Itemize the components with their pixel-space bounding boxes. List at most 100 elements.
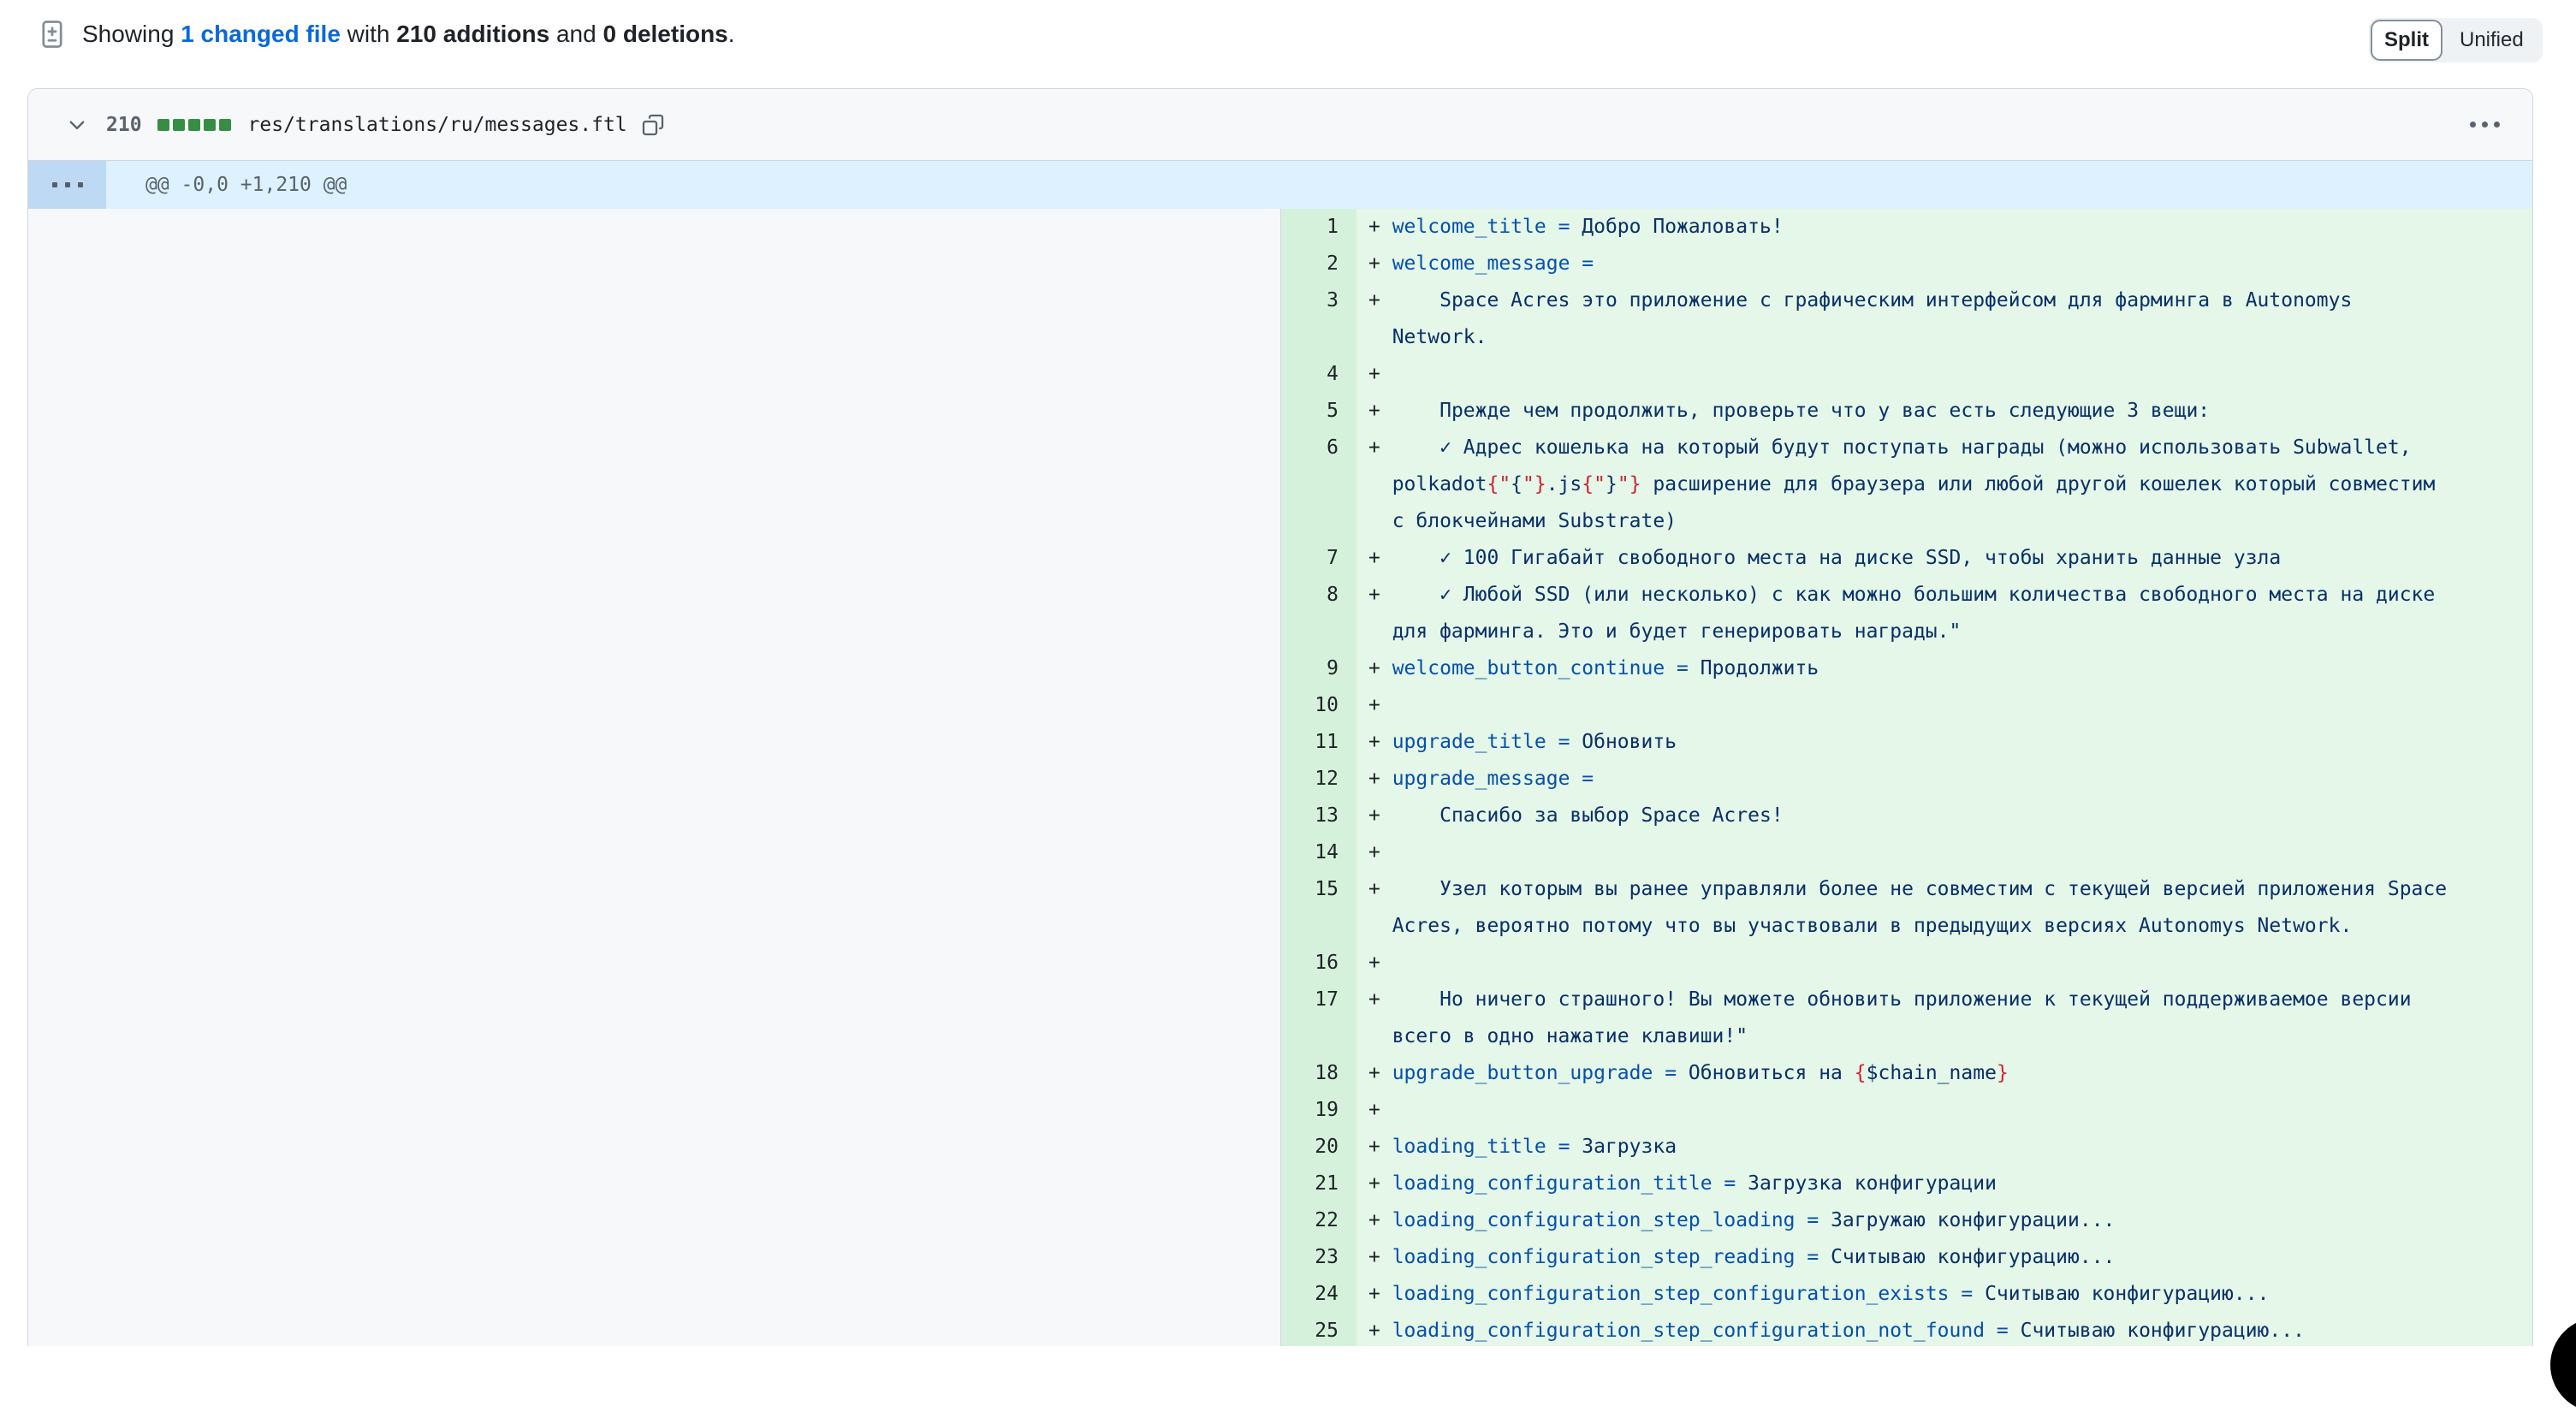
line-number[interactable]: 18 [1281, 1055, 1356, 1092]
line-number[interactable]: 5 [1281, 393, 1356, 430]
code-line: + Спасибо за выбор Space Acres! [1368, 798, 2451, 834]
code-line: + welcome_button_continue = Продолжить [1368, 650, 2451, 687]
line-number[interactable]: 16 [1281, 945, 1356, 982]
file-path[interactable]: res/translations/ru/messages.ftl [248, 114, 627, 136]
copy-icon[interactable] [641, 113, 665, 137]
code-cell: + [1356, 1092, 2532, 1129]
diffstat-block [157, 119, 169, 131]
code-line: + [1368, 356, 2451, 393]
addition-marker: + [1368, 584, 1392, 606]
summary-showing: Showing [82, 21, 181, 48]
line-number[interactable]: 17 [1281, 982, 1356, 1055]
addition-marker: + [1368, 363, 1392, 385]
addition-marker: + [1368, 952, 1392, 974]
changed-files-link[interactable]: 1 changed file [181, 21, 341, 48]
empty-left-pane [28, 540, 1281, 577]
diff-row: 3+ Space Acres это приложение с графичес… [28, 282, 2532, 356]
line-number[interactable]: 6 [1281, 430, 1356, 540]
chevron-down-icon[interactable] [67, 115, 87, 135]
file-header: 210 res/translations/ru/messages.ftl [28, 89, 2532, 161]
line-number[interactable]: 25 [1281, 1313, 1356, 1346]
line-number[interactable]: 9 [1281, 650, 1356, 687]
unified-view-button[interactable]: Unified [2442, 28, 2541, 52]
summary-with: with [341, 21, 396, 48]
diff-row: 7+ ✓ 100 Гигабайт свободного места на ди… [28, 540, 2532, 577]
empty-left-pane [28, 834, 1281, 871]
diff-row: 22 + loading_configuration_step_loading =… [28, 1202, 2532, 1239]
code-cell: + [1356, 945, 2532, 982]
code-cell: + Но ничего страшного! Вы можете обновит… [1356, 982, 2532, 1055]
line-number[interactable]: 4 [1281, 356, 1356, 393]
code-cell: + loading_configuration_step_loading = З… [1356, 1202, 2532, 1239]
code-cell: + ✓ Адрес кошелька на который будут пост… [1356, 430, 2532, 540]
kebab-menu-icon[interactable] [2466, 113, 2503, 136]
line-number[interactable]: 7 [1281, 540, 1356, 577]
line-number[interactable]: 10 [1281, 687, 1356, 724]
code-cell: + ✓ Любой SSD (или несколько) с как можн… [1356, 577, 2532, 650]
deletions-count: 0 deletions [602, 21, 727, 48]
code-line: + ✓ Адрес кошелька на который будут пост… [1368, 430, 2451, 540]
empty-left-pane [28, 1202, 1281, 1239]
empty-left-pane [28, 687, 1281, 724]
line-number[interactable]: 8 [1281, 577, 1356, 650]
addition-marker: + [1368, 1246, 1392, 1268]
line-number[interactable]: 11 [1281, 724, 1356, 761]
diff-row: 21 + loading_configuration_title = Загруз… [28, 1166, 2532, 1202]
diff-row: 1+ welcome_title = Добро Пожаловать! [28, 209, 2532, 246]
addition-marker: + [1368, 1209, 1392, 1231]
code-line: + Space Acres это приложение с графическ… [1368, 282, 2451, 356]
empty-left-pane [28, 209, 1281, 246]
line-number[interactable]: 14 [1281, 834, 1356, 871]
diff-row: 13 + Спасибо за выбор Space Acres! [28, 798, 2532, 834]
line-number[interactable]: 23 [1281, 1239, 1356, 1276]
code-line: + [1368, 1092, 2451, 1129]
code-line: + loading_configuration_title = Загрузка… [1368, 1166, 2451, 1202]
line-number[interactable]: 3 [1281, 282, 1356, 356]
empty-left-pane [28, 798, 1281, 834]
code-cell: + loading_configuration_step_configurati… [1356, 1313, 2532, 1346]
diff-row: 8+ ✓ Любой SSD (или несколько) с как мож… [28, 577, 2532, 650]
corner-cursor-shape [2550, 1318, 2576, 1412]
empty-left-pane [28, 430, 1281, 540]
diff-row: 24+ loading_configuration_step_configura… [28, 1276, 2532, 1313]
line-number[interactable]: 24 [1281, 1276, 1356, 1313]
diff-row: 15+ Узел которым вы ранее управляли боле… [28, 871, 2532, 945]
empty-left-pane [28, 1166, 1281, 1202]
code-cell: + upgrade_message = [1356, 761, 2532, 798]
code-line: + loading_configuration_step_configurati… [1368, 1313, 2451, 1346]
code-line: + loading_configuration_step_loading = З… [1368, 1202, 2451, 1239]
line-number[interactable]: 13 [1281, 798, 1356, 834]
line-number[interactable]: 20 [1281, 1129, 1356, 1166]
addition-marker: + [1368, 547, 1392, 569]
diffstat-block [204, 119, 216, 131]
code-cell: + Спасибо за выбор Space Acres! [1356, 798, 2532, 834]
line-number[interactable]: 2 [1281, 246, 1356, 282]
summary-period: . [728, 21, 735, 48]
code-line: + Но ничего страшного! Вы можете обновит… [1368, 982, 2451, 1055]
diff-row: 16 + [28, 945, 2532, 982]
empty-left-pane [28, 1092, 1281, 1129]
addition-marker: + [1368, 1136, 1392, 1158]
empty-left-pane [28, 724, 1281, 761]
code-cell: + welcome_message = [1356, 246, 2532, 282]
split-view-button[interactable]: Split [2371, 20, 2442, 61]
empty-left-pane [28, 761, 1281, 798]
code-line: + Прежде чем продолжить, проверьте что у… [1368, 393, 2451, 430]
expand-hunk-button[interactable] [28, 161, 106, 209]
empty-left-pane [28, 282, 1281, 356]
empty-left-pane [28, 650, 1281, 687]
code-cell: + welcome_button_continue = Продолжить [1356, 650, 2532, 687]
line-number[interactable]: 19 [1281, 1092, 1356, 1129]
file-additions-count: 210 [106, 114, 142, 136]
line-number[interactable]: 12 [1281, 761, 1356, 798]
addition-marker: + [1368, 988, 1392, 1011]
diff-row: 11+ upgrade_title = Обновить [28, 724, 2532, 761]
line-number[interactable]: 21 [1281, 1166, 1356, 1202]
line-number[interactable]: 1 [1281, 209, 1356, 246]
addition-marker: + [1368, 289, 1392, 311]
line-number[interactable]: 22 [1281, 1202, 1356, 1239]
code-cell: + [1356, 356, 2532, 393]
line-number[interactable]: 15 [1281, 871, 1356, 945]
diff-row: 4+ [28, 356, 2532, 393]
addition-marker: + [1368, 878, 1392, 900]
